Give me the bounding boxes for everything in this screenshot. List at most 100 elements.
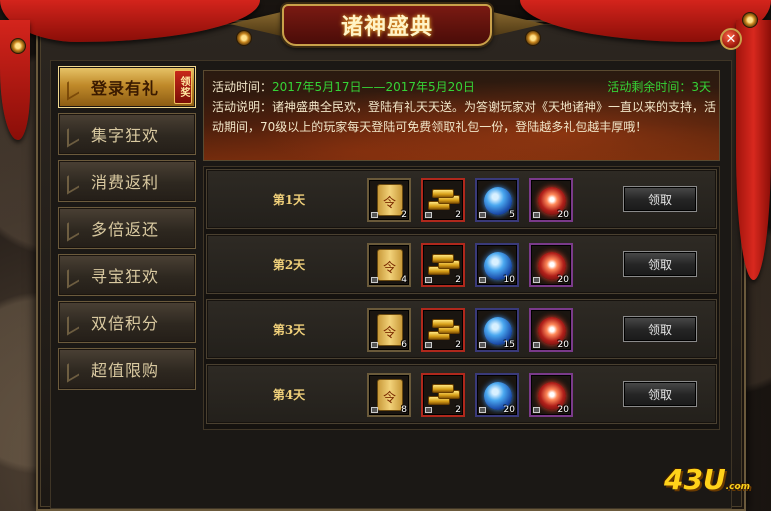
sidebar-item-treasure-hunt[interactable]: 寻宝狂欢	[58, 254, 196, 296]
item-slot[interactable]: 20	[529, 308, 573, 352]
claim-button[interactable]: 领取	[623, 316, 697, 342]
red-drape-hanging-right	[736, 20, 771, 280]
item-quantity: 20	[503, 405, 515, 415]
bound-lock-icon	[533, 407, 540, 413]
day-label: 第3天	[272, 323, 306, 337]
item-quantity: 20	[557, 275, 569, 285]
sidebar-item-limited-purchase[interactable]: 超值限购	[58, 348, 196, 390]
item-quantity: 6	[401, 340, 407, 350]
event-description: 活动说明：诸神盛典全民欢，登陆有礼天天送。为答谢玩家对《天地诸神》一直以来的支持…	[212, 100, 717, 114]
bound-lock-icon	[371, 407, 378, 413]
item-quantity: 20	[557, 405, 569, 415]
item-quantity: 4	[401, 275, 407, 285]
window-title-plate: 诸神盛典	[282, 4, 492, 46]
item-quantity: 2	[401, 210, 407, 220]
bound-lock-icon	[425, 407, 432, 413]
event-time-label: 活动时间：	[212, 80, 273, 94]
item-slot[interactable]: 6	[367, 308, 411, 352]
item-slot[interactable]: 2	[421, 373, 465, 417]
watermark-suffix: .com	[725, 482, 751, 492]
sidebar-item-label: 登录有礼	[91, 79, 160, 98]
reward-row: 第2天 4 2 10 20 领取	[206, 234, 717, 294]
close-icon: ✕	[725, 31, 737, 47]
scroll-icon	[377, 314, 403, 346]
item-quantity: 20	[557, 210, 569, 220]
ornament-icon	[10, 38, 26, 54]
bound-lock-icon	[479, 407, 486, 413]
day-label: 第4天	[272, 388, 306, 402]
item-slot[interactable]: 2	[367, 178, 411, 222]
item-slot[interactable]: 20	[475, 373, 519, 417]
claim-button[interactable]: 领取	[623, 381, 697, 407]
sidebar-item-label: 双倍积分	[91, 314, 160, 333]
window-title: 诸神盛典	[340, 14, 433, 40]
sidebar-item-label: 消费返利	[91, 173, 160, 192]
bound-lock-icon	[533, 277, 540, 283]
item-slot[interactable]: 20	[529, 178, 573, 222]
bound-lock-icon	[533, 342, 540, 348]
bound-lock-icon	[479, 212, 486, 218]
site-watermark-logo: 43U.com	[664, 463, 750, 496]
item-slot[interactable]: 20	[529, 373, 573, 417]
claim-badge: 领奖	[174, 70, 192, 104]
item-quantity: 2	[455, 340, 461, 350]
event-remaining-time: 活动剩余时间：3天	[607, 80, 711, 94]
ornament-icon	[236, 30, 252, 46]
claim-button[interactable]: 领取	[623, 251, 697, 277]
scroll-icon	[377, 249, 403, 281]
item-slot[interactable]: 10	[475, 243, 519, 287]
bound-lock-icon	[425, 277, 432, 283]
sidebar-item-collect-words[interactable]: 集字狂欢	[58, 113, 196, 155]
day-label: 第1天	[272, 193, 306, 207]
item-quantity: 8	[401, 405, 407, 415]
sidebar-item-spend-rebate[interactable]: 消费返利	[58, 160, 196, 202]
item-slot[interactable]: 2	[421, 308, 465, 352]
item-slot[interactable]: 8	[367, 373, 411, 417]
bound-lock-icon	[425, 212, 432, 218]
item-quantity: 2	[455, 275, 461, 285]
bound-lock-icon	[479, 277, 486, 283]
item-slot[interactable]: 15	[475, 308, 519, 352]
item-quantity: 2	[455, 405, 461, 415]
item-quantity: 10	[503, 275, 515, 285]
event-description-cont: 动期间，70级以上的玩家每天登陆可免费领取礼包一份，登陆越多礼包越丰厚哦！	[212, 120, 648, 134]
sidebar-item-label: 超值限购	[91, 361, 160, 380]
item-slot[interactable]: 2	[421, 243, 465, 287]
item-quantity: 20	[557, 340, 569, 350]
claim-button[interactable]: 领取	[623, 186, 697, 212]
item-quantity: 2	[455, 210, 461, 220]
item-quantity: 5	[509, 210, 515, 220]
reward-row: 第3天 6 2 15 20 领取	[206, 299, 717, 359]
scroll-icon	[377, 184, 403, 216]
item-slot[interactable]: 2	[421, 178, 465, 222]
bound-lock-icon	[425, 342, 432, 348]
bound-lock-icon	[479, 342, 486, 348]
reward-row: 第1天 2 2 5 20 领取	[206, 169, 717, 229]
bound-lock-icon	[371, 212, 378, 218]
reward-list: 第1天 2 2 5 20 领取 第2天 4 2 10 20 领取 第3天 6 2…	[203, 166, 720, 430]
event-info-panel: 活动时间：2017年5月17日——2017年5月20日 活动剩余时间：3天 活动…	[203, 70, 720, 161]
sidebar-item-label: 多倍返还	[91, 220, 160, 239]
blue-orb-icon	[484, 187, 512, 215]
scroll-icon	[377, 379, 403, 411]
sidebar-menu: 登录有礼 领奖 集字狂欢 消费返利 多倍返还 寻宝狂欢 双倍积分 超值限购	[58, 66, 198, 390]
sidebar-item-label: 集字狂欢	[91, 126, 160, 145]
item-quantity: 15	[503, 340, 515, 350]
sidebar-item-multi-return[interactable]: 多倍返还	[58, 207, 196, 249]
bound-lock-icon	[533, 212, 540, 218]
ornament-icon	[525, 30, 541, 46]
item-slot[interactable]: 4	[367, 243, 411, 287]
bound-lock-icon	[371, 277, 378, 283]
sidebar-item-double-points[interactable]: 双倍积分	[58, 301, 196, 343]
ornament-icon	[742, 12, 758, 28]
bound-lock-icon	[371, 342, 378, 348]
item-slot[interactable]: 20	[529, 243, 573, 287]
close-button[interactable]: ✕	[720, 28, 742, 50]
reward-row: 第4天 8 2 20 20 领取	[206, 364, 717, 424]
watermark-text: 43U	[664, 463, 726, 496]
item-slot[interactable]: 5	[475, 178, 519, 222]
event-time-range: 2017年5月17日——2017年5月20日	[272, 80, 475, 94]
sidebar-item-label: 寻宝狂欢	[91, 267, 160, 286]
sidebar-item-login-reward[interactable]: 登录有礼 领奖	[58, 66, 196, 108]
day-label: 第2天	[272, 258, 306, 272]
